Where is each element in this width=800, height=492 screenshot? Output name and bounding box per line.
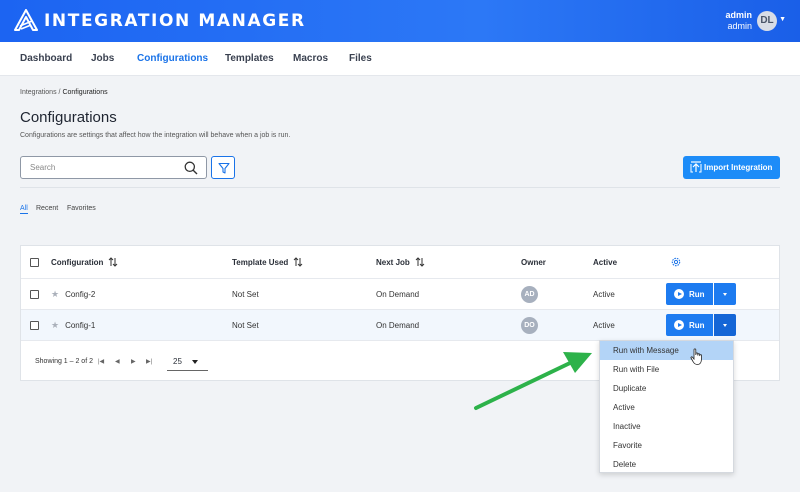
row-checkbox[interactable] — [30, 289, 39, 299]
column-owner: Owner — [521, 257, 546, 267]
tab-favorites[interactable]: Favorites — [67, 205, 96, 212]
column-next-job[interactable]: Next Job — [376, 246, 425, 278]
breadcrumb-parent[interactable]: Integrations — [20, 89, 57, 96]
tab-recent[interactable]: Recent — [36, 205, 58, 212]
play-icon — [674, 320, 684, 330]
next-job: On Demand — [376, 289, 420, 299]
prev-page-icon[interactable]: ◀ — [115, 358, 120, 365]
last-page-icon[interactable]: ▶| — [146, 358, 152, 365]
breadcrumb: Integrations / Configurations — [20, 89, 108, 96]
user-name: admin — [725, 10, 752, 20]
run-label: Run — [689, 290, 705, 299]
menu-item-duplicate[interactable]: Duplicate — [600, 379, 733, 398]
column-active: Active — [593, 257, 618, 267]
table-header-row: Configuration Template Used Next Job Own… — [21, 246, 779, 279]
upload-icon — [690, 161, 702, 173]
page-title: Configurations — [20, 109, 117, 126]
top-header: INTEGRATION MANAGER admin admin DL ▼ — [0, 0, 800, 42]
menu-item-run-with-message[interactable]: Run with Message — [600, 341, 733, 360]
breadcrumb-current: Configurations — [62, 89, 108, 96]
menu-item-active[interactable]: Active — [600, 398, 733, 417]
user-role: admin — [727, 21, 752, 31]
sort-icon[interactable] — [293, 257, 303, 267]
import-integration-button[interactable]: Import Integration — [683, 156, 780, 179]
user-menu[interactable]: admin admin — [725, 10, 752, 32]
search-input[interactable] — [21, 157, 171, 178]
star-icon[interactable]: ★ — [51, 320, 59, 331]
menu-item-delete[interactable]: Delete — [600, 455, 733, 474]
configuration-name[interactable]: Config-2 — [65, 290, 95, 299]
active-status: Active — [593, 289, 615, 299]
run-options-dropdown-button[interactable] — [714, 283, 736, 305]
table-row[interactable]: ★ Config-2 Not Set On Demand AD Active R… — [21, 279, 779, 310]
menu-item-inactive[interactable]: Inactive — [600, 417, 733, 436]
active-status: Active — [593, 320, 615, 330]
run-label: Run — [689, 321, 705, 330]
page-size-select[interactable]: 25 — [167, 349, 208, 371]
owner-avatar: AD — [521, 285, 538, 303]
column-configuration[interactable]: Configuration — [51, 246, 118, 278]
column-configuration-label: Configuration — [51, 257, 104, 267]
nav-dashboard[interactable]: Dashboard — [20, 53, 72, 64]
sort-icon[interactable] — [415, 257, 425, 267]
nav-templates[interactable]: Templates — [225, 53, 274, 64]
menu-item-run-with-file[interactable]: Run with File — [600, 360, 733, 379]
filter-icon — [218, 162, 230, 174]
import-integration-label: Import Integration — [704, 163, 773, 172]
table-row[interactable]: ★ Config-1 Not Set On Demand DO Active R… — [21, 310, 779, 341]
breadcrumb-separator: / — [58, 89, 61, 96]
search-icon[interactable] — [184, 161, 198, 175]
run-options-dropdown-button[interactable] — [714, 314, 736, 336]
hand-cursor-icon — [690, 348, 702, 365]
column-template-used[interactable]: Template Used — [232, 246, 303, 278]
page-description: Configurations are settings that affect … — [20, 132, 291, 139]
chevron-down-icon[interactable]: ▼ — [779, 16, 786, 23]
play-icon — [674, 289, 684, 299]
run-button[interactable]: Run — [666, 314, 713, 336]
template-used: Not Set — [232, 289, 259, 299]
chevron-down-icon — [192, 360, 198, 364]
sort-icon[interactable] — [108, 257, 118, 267]
page-size-value: 25 — [173, 357, 182, 366]
next-job: On Demand — [376, 320, 420, 330]
pagination-summary: Showing 1 – 2 of 2 — [35, 358, 93, 365]
menu-item-favorite[interactable]: Favorite — [600, 436, 733, 455]
avatar[interactable]: DL — [757, 11, 777, 31]
tab-all[interactable]: All — [20, 205, 28, 214]
run-options-menu: Run with Message Run with File Duplicate… — [599, 340, 734, 473]
column-settings[interactable] — [670, 246, 682, 278]
nav-jobs[interactable]: Jobs — [91, 53, 114, 64]
divider — [20, 187, 780, 188]
app-title: INTEGRATION MANAGER — [44, 11, 306, 31]
column-next-job-label: Next Job — [376, 257, 410, 267]
run-button[interactable]: Run — [666, 283, 713, 305]
template-used: Not Set — [232, 320, 259, 330]
owner-avatar: DO — [521, 316, 538, 334]
configuration-name[interactable]: Config-1 — [65, 321, 95, 330]
row-checkbox[interactable] — [30, 320, 39, 330]
nav-macros[interactable]: Macros — [293, 53, 328, 64]
column-template-used-label: Template Used — [232, 257, 289, 267]
search-box — [20, 156, 207, 179]
next-page-icon[interactable]: ▶ — [131, 358, 136, 365]
select-all-checkbox[interactable] — [30, 257, 39, 267]
star-icon[interactable]: ★ — [51, 289, 59, 300]
filter-button[interactable] — [211, 156, 235, 179]
nav-configurations[interactable]: Configurations — [137, 53, 208, 64]
nav-files[interactable]: Files — [349, 53, 372, 64]
gear-icon[interactable] — [670, 256, 682, 268]
main-nav: Dashboard Jobs Configurations Templates … — [0, 42, 800, 76]
app-logo-icon — [14, 9, 38, 31]
first-page-icon[interactable]: |◀ — [98, 358, 104, 365]
